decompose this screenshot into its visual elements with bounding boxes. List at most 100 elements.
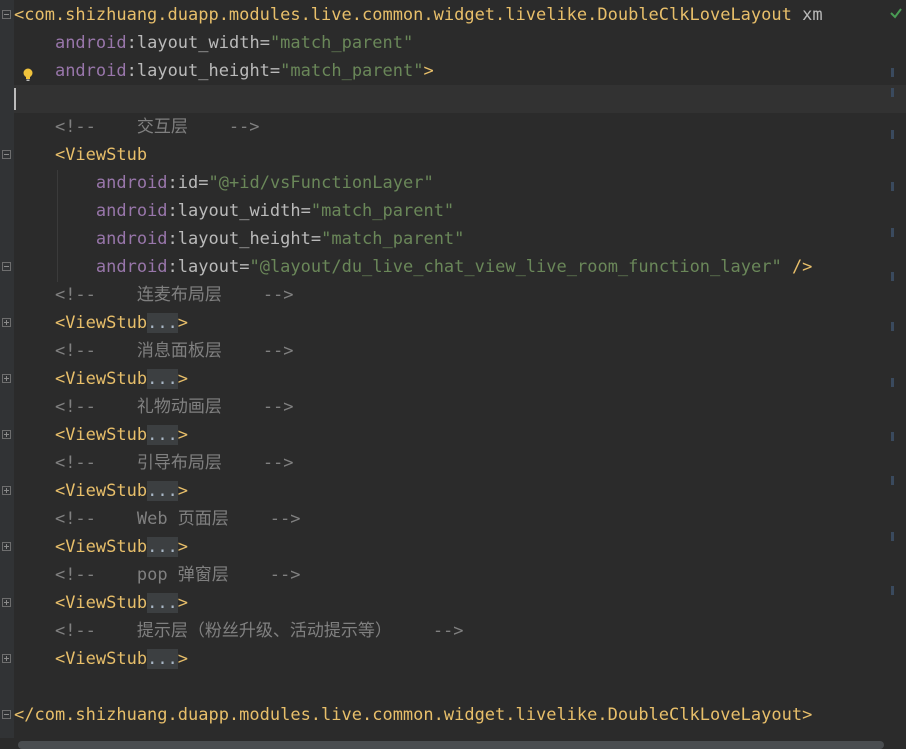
colon: : <box>167 173 178 193</box>
fold-expand-icon[interactable] <box>2 654 11 663</box>
comment-open: <!-- <box>54 341 96 361</box>
xml-tag: <ViewStub <box>54 593 148 613</box>
code-line[interactable]: android:layout_width="match_parent" <box>14 29 413 57</box>
comment-text: 提示层（粉丝升级、活动提示等） <box>136 621 392 641</box>
code-line[interactable]: android:layout_width="match_parent" <box>14 197 454 225</box>
fold-collapse-icon[interactable] <box>2 10 11 19</box>
folded-region[interactable]: ... <box>147 537 178 557</box>
attribute-name: id <box>177 173 199 193</box>
code-line[interactable]: android:layout_height="match_parent" <box>14 225 465 253</box>
fold-expand-icon[interactable] <box>2 318 11 327</box>
attribute-value: "match_parent" <box>321 229 465 249</box>
code-line[interactable]: </com.shizhuang.duapp.modules.live.commo… <box>14 701 812 729</box>
tag-close: > <box>423 61 434 81</box>
code-line[interactable]: android:layout="@layout/du_live_chat_vie… <box>14 253 813 281</box>
folded-region[interactable]: ... <box>147 481 178 501</box>
comment-line[interactable]: <!-- 引导布局层 --> <box>14 449 294 477</box>
comment-line[interactable]: <!-- 提示层（粉丝升级、活动提示等） --> <box>14 617 464 645</box>
code-line[interactable]: <ViewStub...> <box>14 477 188 505</box>
equals: = <box>269 61 281 81</box>
code-line[interactable]: <ViewStub <box>14 141 147 169</box>
folded-region[interactable]: ... <box>147 425 178 445</box>
xml-closing-tag: </com.shizhuang.duapp.modules.live.commo… <box>14 705 813 725</box>
comment-open: <!-- <box>54 453 96 473</box>
scroll-marker <box>891 182 894 191</box>
xml-tag: <ViewStub <box>54 649 148 669</box>
comment-line[interactable]: <!-- 连麦布局层 --> <box>14 281 294 309</box>
scroll-marker <box>891 378 894 387</box>
code-editor[interactable]: <com.shizhuang.duapp.modules.live.common… <box>0 0 906 749</box>
fold-end-icon[interactable] <box>2 710 11 719</box>
comment-text: 交互层 <box>136 117 188 137</box>
comment-line[interactable]: <!-- Web 页面层 --> <box>14 505 301 533</box>
text-caret <box>14 88 16 110</box>
scroll-marker <box>891 130 894 139</box>
namespace-prefix: android <box>54 61 127 81</box>
attribute-name: layout_height <box>177 229 311 249</box>
equals: = <box>198 173 209 193</box>
folded-region[interactable]: ... <box>147 313 178 333</box>
code-line[interactable]: <ViewStub...> <box>14 365 188 393</box>
comment-close: --> <box>262 453 294 473</box>
attribute-name: layout_width <box>136 33 260 53</box>
comment-line[interactable]: <!-- pop 弹窗层 --> <box>14 561 301 589</box>
attribute-value: "match_parent" <box>310 201 455 221</box>
comment-line[interactable]: <!-- 消息面板层 --> <box>14 337 294 365</box>
attribute-value: "match_parent" <box>280 61 424 81</box>
code-line[interactable]: <ViewStub...> <box>14 533 188 561</box>
scroll-marker <box>891 322 894 331</box>
fold-expand-icon[interactable] <box>2 374 11 383</box>
comment-line[interactable]: <!-- 礼物动画层 --> <box>14 393 294 421</box>
attribute-value: "@layout/du_live_chat_view_live_room_fun… <box>249 257 782 277</box>
comment-close: --> <box>262 397 294 417</box>
comment-close: --> <box>432 621 464 641</box>
comment-open: <!-- <box>54 117 96 137</box>
fold-expand-icon[interactable] <box>2 598 11 607</box>
fold-expand-icon[interactable] <box>2 542 11 551</box>
colon: : <box>126 33 137 53</box>
comment-line[interactable]: <!-- 交互层 --> <box>14 113 260 141</box>
tag-close: > <box>177 537 189 557</box>
tag-close: > <box>177 369 189 389</box>
code-line[interactable]: <ViewStub...> <box>14 589 188 617</box>
code-line[interactable]: <ViewStub...> <box>14 645 188 673</box>
comment-close: --> <box>269 509 301 529</box>
equals: = <box>300 201 311 221</box>
equals: = <box>259 33 270 53</box>
colon: : <box>126 61 137 81</box>
scroll-marker <box>891 272 894 281</box>
code-line[interactable]: <com.shizhuang.duapp.modules.live.common… <box>14 1 823 29</box>
comment-text: 连麦布局层 <box>136 285 222 305</box>
namespace-prefix: android <box>95 173 168 193</box>
fold-expand-icon[interactable] <box>2 486 11 495</box>
code-line[interactable]: <ViewStub...> <box>14 309 188 337</box>
code-line[interactable]: android:layout_height="match_parent"> <box>14 57 434 85</box>
fold-end-icon[interactable] <box>2 262 11 271</box>
scroll-marker <box>891 432 894 441</box>
tag-close: > <box>177 313 189 333</box>
equals: = <box>239 257 250 277</box>
xml-tag: <ViewStub <box>54 369 148 389</box>
code-line[interactable]: <ViewStub...> <box>14 421 188 449</box>
folded-region[interactable]: ... <box>147 649 178 669</box>
comment-text: 消息面板层 <box>136 341 222 361</box>
xml-tag: <ViewStub <box>54 537 148 557</box>
attribute-name: layout_height <box>136 61 270 81</box>
attribute-name: layout <box>177 257 240 277</box>
comment-open: <!-- <box>54 285 96 305</box>
comment-text: 引导布局层 <box>136 453 222 473</box>
tag-close: /> <box>791 257 813 277</box>
namespace-prefix: android <box>54 33 127 53</box>
tag-close: > <box>177 425 189 445</box>
fold-expand-icon[interactable] <box>2 430 11 439</box>
folded-region[interactable]: ... <box>147 593 178 613</box>
horizontal-scrollbar-thumb[interactable] <box>18 741 884 749</box>
check-icon[interactable] <box>889 6 903 20</box>
colon: : <box>167 229 178 249</box>
folded-region[interactable]: ... <box>147 369 178 389</box>
comment-open: <!-- <box>54 509 96 529</box>
comment-close: --> <box>262 285 294 305</box>
xml-tag: <ViewStub <box>54 481 148 501</box>
code-line[interactable]: android:id="@+id/vsFunctionLayer" <box>14 169 434 197</box>
fold-collapse-icon[interactable] <box>2 150 11 159</box>
